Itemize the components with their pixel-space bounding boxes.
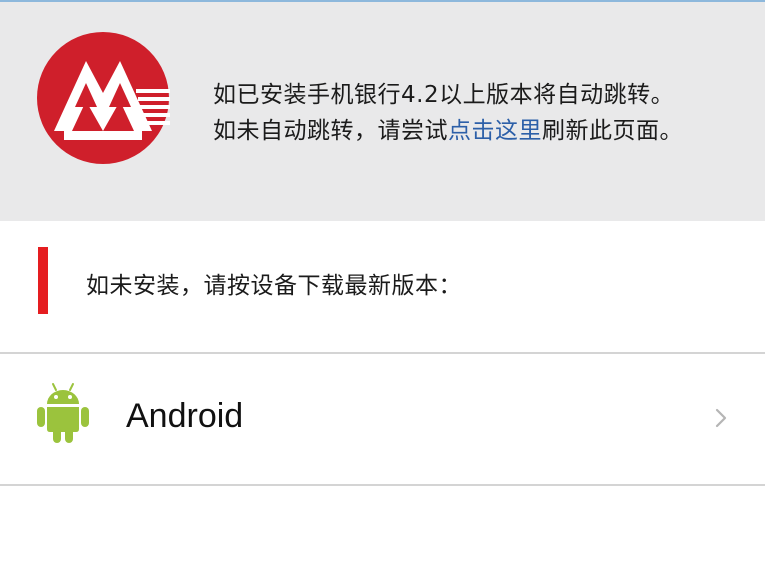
- android-download-row[interactable]: Android: [0, 354, 765, 484]
- chevron-right-icon: [715, 408, 727, 428]
- redirect-line-2-after: 刷新此页面。: [542, 118, 683, 144]
- page: 如已安装手机银行4.2以上版本将自动跳转。 如未自动跳转，请尝试点击这里刷新此页…: [0, 0, 765, 588]
- redirect-line-2: 如未自动跳转，请尝试点击这里刷新此页面。: [213, 113, 683, 149]
- install-instruction: 如未安装，请按设备下载最新版本：: [86, 273, 462, 299]
- install-section-header: 如未安装，请按设备下载最新版本：: [0, 221, 765, 352]
- header-banner: 如已安装手机银行4.2以上版本将自动跳转。 如未自动跳转，请尝试点击这里刷新此页…: [0, 2, 765, 221]
- divider-bottom: [0, 484, 765, 486]
- android-label: Android: [126, 397, 244, 435]
- redirect-message: 如已安装手机银行4.2以上版本将自动跳转。 如未自动跳转，请尝试点击这里刷新此页…: [213, 77, 683, 149]
- redirect-line-1: 如已安装手机银行4.2以上版本将自动跳转。: [213, 82, 675, 108]
- refresh-link[interactable]: 点击这里: [448, 118, 542, 144]
- section-accent-bar: [38, 247, 48, 314]
- bank-logo-icon: [37, 32, 170, 164]
- android-icon: [37, 383, 89, 443]
- redirect-line-2-before: 如未自动跳转，请尝试: [213, 118, 448, 144]
